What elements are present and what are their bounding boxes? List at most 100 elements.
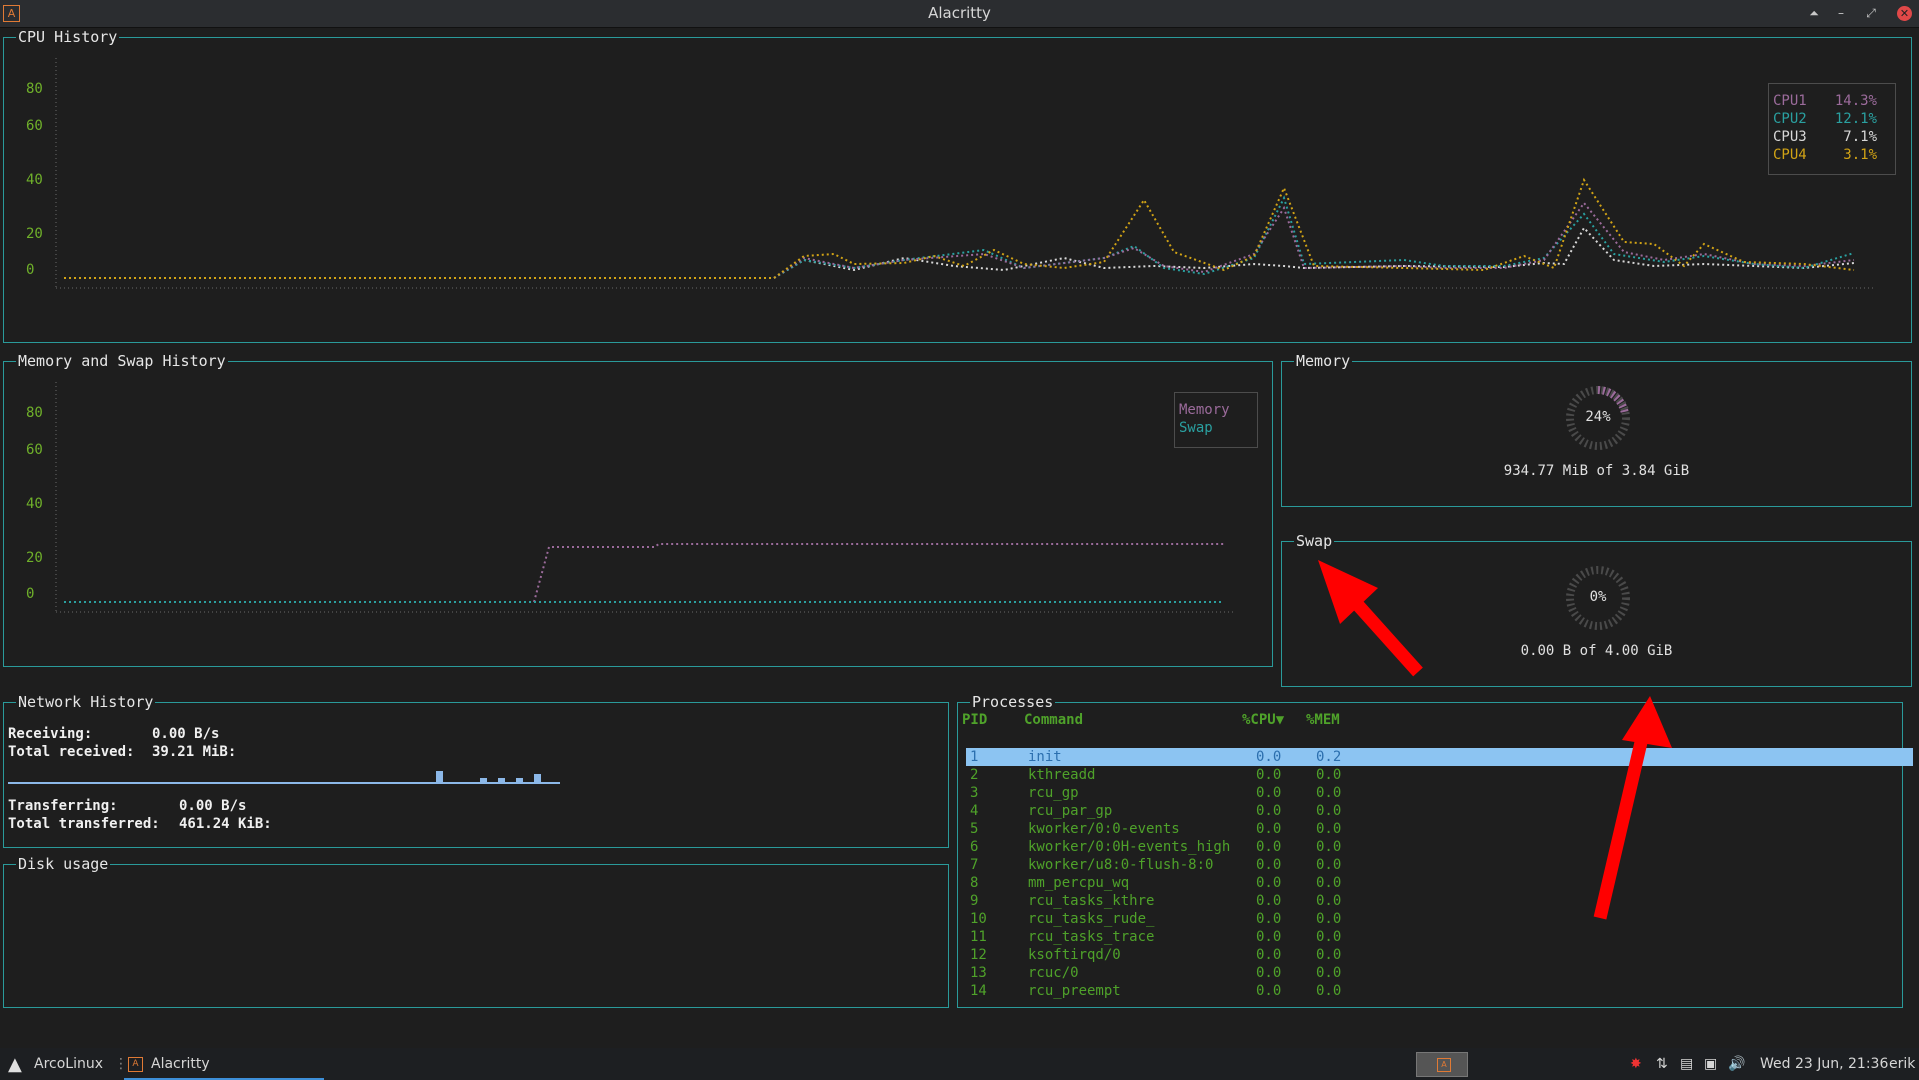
process-mem: 0.0 — [1316, 821, 1342, 837]
swap-legend-name: Swap — [1179, 420, 1213, 436]
network-history-title: Network History — [16, 693, 156, 711]
memory-percent: 24% — [1585, 409, 1611, 425]
disk-usage-panel: Disk usage — [3, 855, 949, 1008]
cpu4-legend-name: CPU4 — [1773, 147, 1807, 163]
process-cpu: 0.0 — [1256, 821, 1282, 837]
task-alacritty[interactable]: A Alacritty — [124, 1048, 324, 1080]
process-command: kworker/0:0H-events_high — [1028, 839, 1231, 855]
process-header[interactable]: PID Command %CPU▼ %MEM — [962, 711, 1909, 729]
process-row[interactable]: 8 mm_percpu_wq 0.0 0.0 — [966, 874, 1913, 892]
window-titlebar[interactable]: A Alacritty ⏶ – ⤢ ✕ — [0, 0, 1919, 28]
process-pid: 1 — [970, 749, 979, 765]
process-mem: 0.0 — [1316, 947, 1342, 963]
cpu-header[interactable]: %CPU▼ — [1242, 711, 1284, 729]
start-menu-button[interactable]: ArcoLinux — [34, 1056, 103, 1072]
process-row[interactable]: 4 rcu_par_gp 0.0 0.0 — [966, 802, 1913, 820]
process-row[interactable]: 5 kworker/0:0-events 0.0 0.0 — [966, 820, 1913, 838]
processes-panel[interactable]: Processes PID Command %CPU▼ %MEM 1 init 0.… — [957, 693, 1913, 1008]
process-mem: 0.0 — [1316, 767, 1342, 783]
process-cpu: 0.0 — [1256, 911, 1282, 927]
process-command: rcu_gp — [1028, 785, 1079, 801]
process-cpu: 0.0 — [1256, 749, 1282, 765]
receiving-value: 0.00 B/s — [152, 726, 220, 742]
process-command: rcu_preempt — [1028, 983, 1121, 999]
memory-line — [533, 543, 1224, 603]
memory-swap-history-panel: Memory and Swap History 80 60 40 20 0 Me… — [3, 352, 1273, 667]
processes-title: Processes — [970, 693, 1056, 711]
process-command: ksoftirqd/0 — [1028, 947, 1121, 963]
process-mem: 0.0 — [1316, 875, 1342, 891]
network-icon[interactable]: ⇅ — [1656, 1056, 1668, 1072]
clock[interactable]: Wed 23 Jun, 21:36 — [1760, 1056, 1888, 1072]
process-mem: 0.0 — [1316, 983, 1342, 999]
mem-header[interactable]: %MEM — [1306, 711, 1340, 729]
pid-header[interactable]: PID — [962, 711, 987, 729]
maximize-button[interactable]: ⤢ — [1862, 4, 1880, 22]
process-command: kworker/u8:0-flush-8:0 — [1028, 857, 1214, 873]
volume-icon[interactable]: 🔊 — [1728, 1056, 1745, 1072]
display-icon[interactable]: ▣ — [1704, 1056, 1717, 1072]
process-mem: 0.0 — [1316, 839, 1342, 855]
command-header[interactable]: Command — [1024, 711, 1083, 729]
clipboard-icon[interactable]: ▤ — [1680, 1056, 1693, 1072]
process-row[interactable]: 3 rcu_gp 0.0 0.0 — [966, 784, 1913, 802]
memory-title: Memory — [1294, 352, 1353, 370]
process-command: rcu_par_gp — [1028, 803, 1113, 819]
process-mem: 0.0 — [1316, 857, 1342, 873]
cpu2-legend-value: 12.1% — [1834, 111, 1877, 127]
arcolinux-logo-icon[interactable]: ▲ — [8, 1054, 22, 1075]
total-received-value: 39.21 MiB: — [152, 744, 237, 760]
process-mem: 0.0 — [1316, 803, 1342, 819]
cpu1-line — [64, 201, 1855, 279]
process-cpu: 0.0 — [1256, 803, 1282, 819]
keep-above-button[interactable]: ⏶ — [1805, 4, 1823, 22]
process-row[interactable]: 14 rcu_preempt 0.0 0.0 — [966, 982, 1913, 1000]
process-row[interactable]: 1 init 0.0 0.2 — [966, 748, 1913, 766]
workspace-pager[interactable]: A — [1416, 1052, 1468, 1077]
process-row[interactable]: 11 rcu_tasks_trace 0.0 0.0 — [966, 928, 1913, 946]
process-command: rcu_tasks_rude_ — [1028, 911, 1155, 927]
user-name[interactable]: erik — [1889, 1056, 1915, 1072]
transferring-value: 0.00 B/s — [179, 798, 247, 814]
process-pid: 2 — [970, 767, 979, 783]
process-row[interactable]: 10 rcu_tasks_rude_ 0.0 0.0 — [966, 910, 1913, 928]
process-cpu: 0.0 — [1256, 983, 1282, 999]
memory-graph — [55, 382, 1234, 613]
swap-percent: 0% — [1589, 589, 1607, 605]
receiving-label: Receiving: — [8, 726, 93, 742]
pager-window-icon: A — [1437, 1058, 1451, 1072]
process-mem: 0.0 — [1316, 785, 1342, 801]
process-row[interactable]: 2 kthreadd 0.0 0.0 — [966, 766, 1913, 784]
swap-panel: Swap 0% 0.00 B of 4.00 GiB — [1281, 532, 1912, 687]
cpu-legend: CPU1 14.3% CPU2 12.1% CPU3 7.1% CPU4 3.1… — [1768, 83, 1896, 175]
total-transferred-value: 461.24 KiB: — [179, 816, 272, 832]
transferring-label: Transferring: — [8, 798, 118, 814]
process-row[interactable]: 12 ksoftirqd/0 0.0 0.0 — [966, 946, 1913, 964]
cpu1-legend-value: 14.3% — [1834, 93, 1877, 109]
memory-legend-name: Memory — [1179, 402, 1230, 418]
process-command: kthreadd — [1028, 767, 1096, 783]
process-row[interactable]: 7 kworker/u8:0-flush-8:0 0.0 0.0 — [966, 856, 1913, 874]
cpu3-legend-value: 7.1% — [1843, 129, 1877, 145]
close-button[interactable]: ✕ — [1897, 6, 1912, 21]
process-row[interactable]: 13 rcuc/0 0.0 0.0 — [966, 964, 1913, 982]
network-history-panel: Network History Receiving: 0.00 B/s Tota… — [3, 693, 949, 848]
cpu2-line — [64, 195, 1855, 279]
process-mem: 0.0 — [1316, 911, 1342, 927]
alacritty-task-icon: A — [128, 1057, 143, 1072]
process-pid: 3 — [970, 785, 979, 801]
task-alacritty-label: Alacritty — [151, 1056, 210, 1072]
process-row[interactable]: 9 rcu_tasks_kthre 0.0 0.0 — [966, 892, 1913, 910]
process-mem: 0.2 — [1316, 749, 1342, 765]
total-transferred-label: Total transferred: — [8, 816, 160, 832]
update-notifier-icon[interactable]: ✸ — [1630, 1056, 1642, 1072]
process-cpu: 0.0 — [1256, 857, 1282, 873]
process-pid: 8 — [970, 875, 979, 891]
cpu4-line — [64, 177, 1855, 279]
terminal-area[interactable]: CPU History 80 60 40 20 0 CPU1 14.3% CPU… — [0, 28, 1919, 1048]
taskbar: ▲ ArcoLinux ⋮ A Alacritty A ✸ ⇅ ▤ ▣ 🔊 We… — [0, 1048, 1919, 1080]
process-row[interactable]: 6 kworker/0:0H-events_high 0.0 0.0 — [966, 838, 1913, 856]
minimize-button[interactable]: – — [1832, 4, 1850, 22]
process-command: rcu_tasks_trace — [1028, 929, 1155, 945]
process-mem: 0.0 — [1316, 893, 1342, 909]
